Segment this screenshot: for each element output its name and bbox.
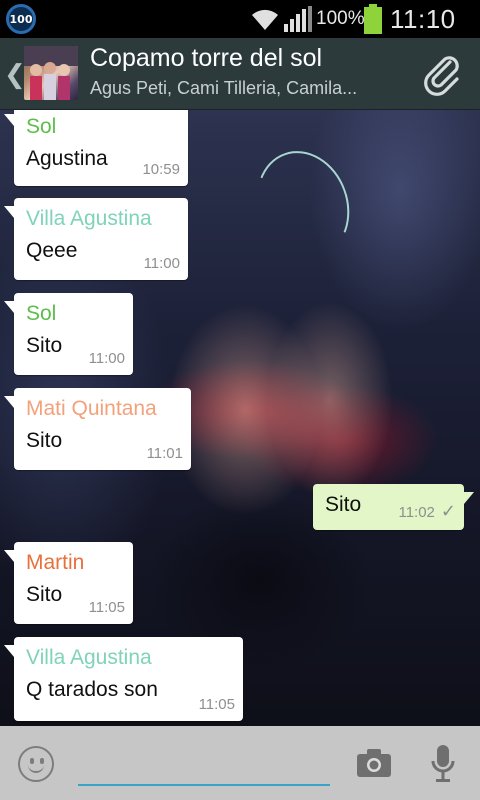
back-icon[interactable]: ❮	[4, 60, 26, 88]
chat-title[interactable]: Copamo torre del sol	[90, 44, 322, 73]
message-input[interactable]	[78, 742, 330, 786]
paperclip-icon[interactable]	[420, 52, 464, 96]
message-bubble-outgoing[interactable]: Sito 11:02 ✓	[313, 484, 474, 530]
glow-decoration	[241, 137, 365, 273]
message-text: Agustina	[26, 147, 108, 170]
signal-icon	[284, 6, 312, 32]
message-sender: Mati Quintana	[26, 397, 157, 420]
message-bubble[interactable]: Sol Sito 11:00	[4, 293, 133, 375]
message-time: 11:02 ✓	[398, 501, 456, 522]
compose-bar	[0, 726, 480, 800]
message-text: Qeee	[26, 239, 78, 262]
battery-icon	[364, 4, 382, 34]
chat-header: ❮ Copamo torre del sol Agus Peti, Cami T…	[0, 38, 480, 110]
chat-participants[interactable]: Agus Peti, Cami Tilleria, Camila...	[90, 78, 400, 99]
message-text: Sito	[325, 493, 362, 516]
notification-badge: 100	[6, 4, 36, 34]
message-bubble[interactable]: Villa Agustina Qeee 11:00	[4, 198, 188, 280]
group-avatar[interactable]	[24, 46, 78, 100]
chat-background: Sol Agustina 10:59 Villa Agustina Qeee 1…	[0, 110, 480, 726]
clock: 11:10	[390, 4, 456, 34]
smiley-icon[interactable]	[18, 746, 54, 782]
message-time: 11:05	[88, 599, 125, 616]
camera-icon[interactable]	[356, 748, 392, 778]
microphone-icon[interactable]	[430, 744, 456, 784]
message-bubble[interactable]: Sol Agustina 10:59	[4, 110, 188, 186]
message-time: 11:05	[198, 696, 235, 713]
message-time: 11:00	[88, 350, 125, 367]
status-bar: 100 100% 11:10	[0, 0, 480, 38]
message-sender: Martin	[26, 551, 85, 574]
battery-percent: 100%	[316, 8, 365, 29]
message-time-value: 11:02	[398, 504, 435, 521]
message-text: Sito	[26, 429, 63, 452]
message-text: Sito	[26, 583, 63, 606]
check-icon: ✓	[440, 501, 456, 521]
message-time: 11:01	[146, 445, 183, 462]
message-text: Sito	[26, 334, 63, 357]
message-bubble[interactable]: Mati Quintana Sito 11:01	[4, 388, 191, 470]
message-sender: Villa Agustina	[26, 207, 152, 230]
message-bubble[interactable]: Martin Sito 11:05	[4, 542, 133, 624]
message-time: 10:59	[142, 161, 180, 178]
message-sender: Villa Agustina	[26, 646, 152, 669]
smiley-mouth	[28, 764, 44, 773]
message-time: 11:00	[143, 255, 180, 272]
message-text: Q tarados son	[26, 678, 158, 701]
wifi-icon	[252, 9, 278, 30]
message-bubble[interactable]: Villa Agustina Q tarados son 11:05	[4, 637, 243, 721]
message-sender: Sol	[26, 115, 57, 138]
message-sender: Sol	[26, 302, 57, 325]
